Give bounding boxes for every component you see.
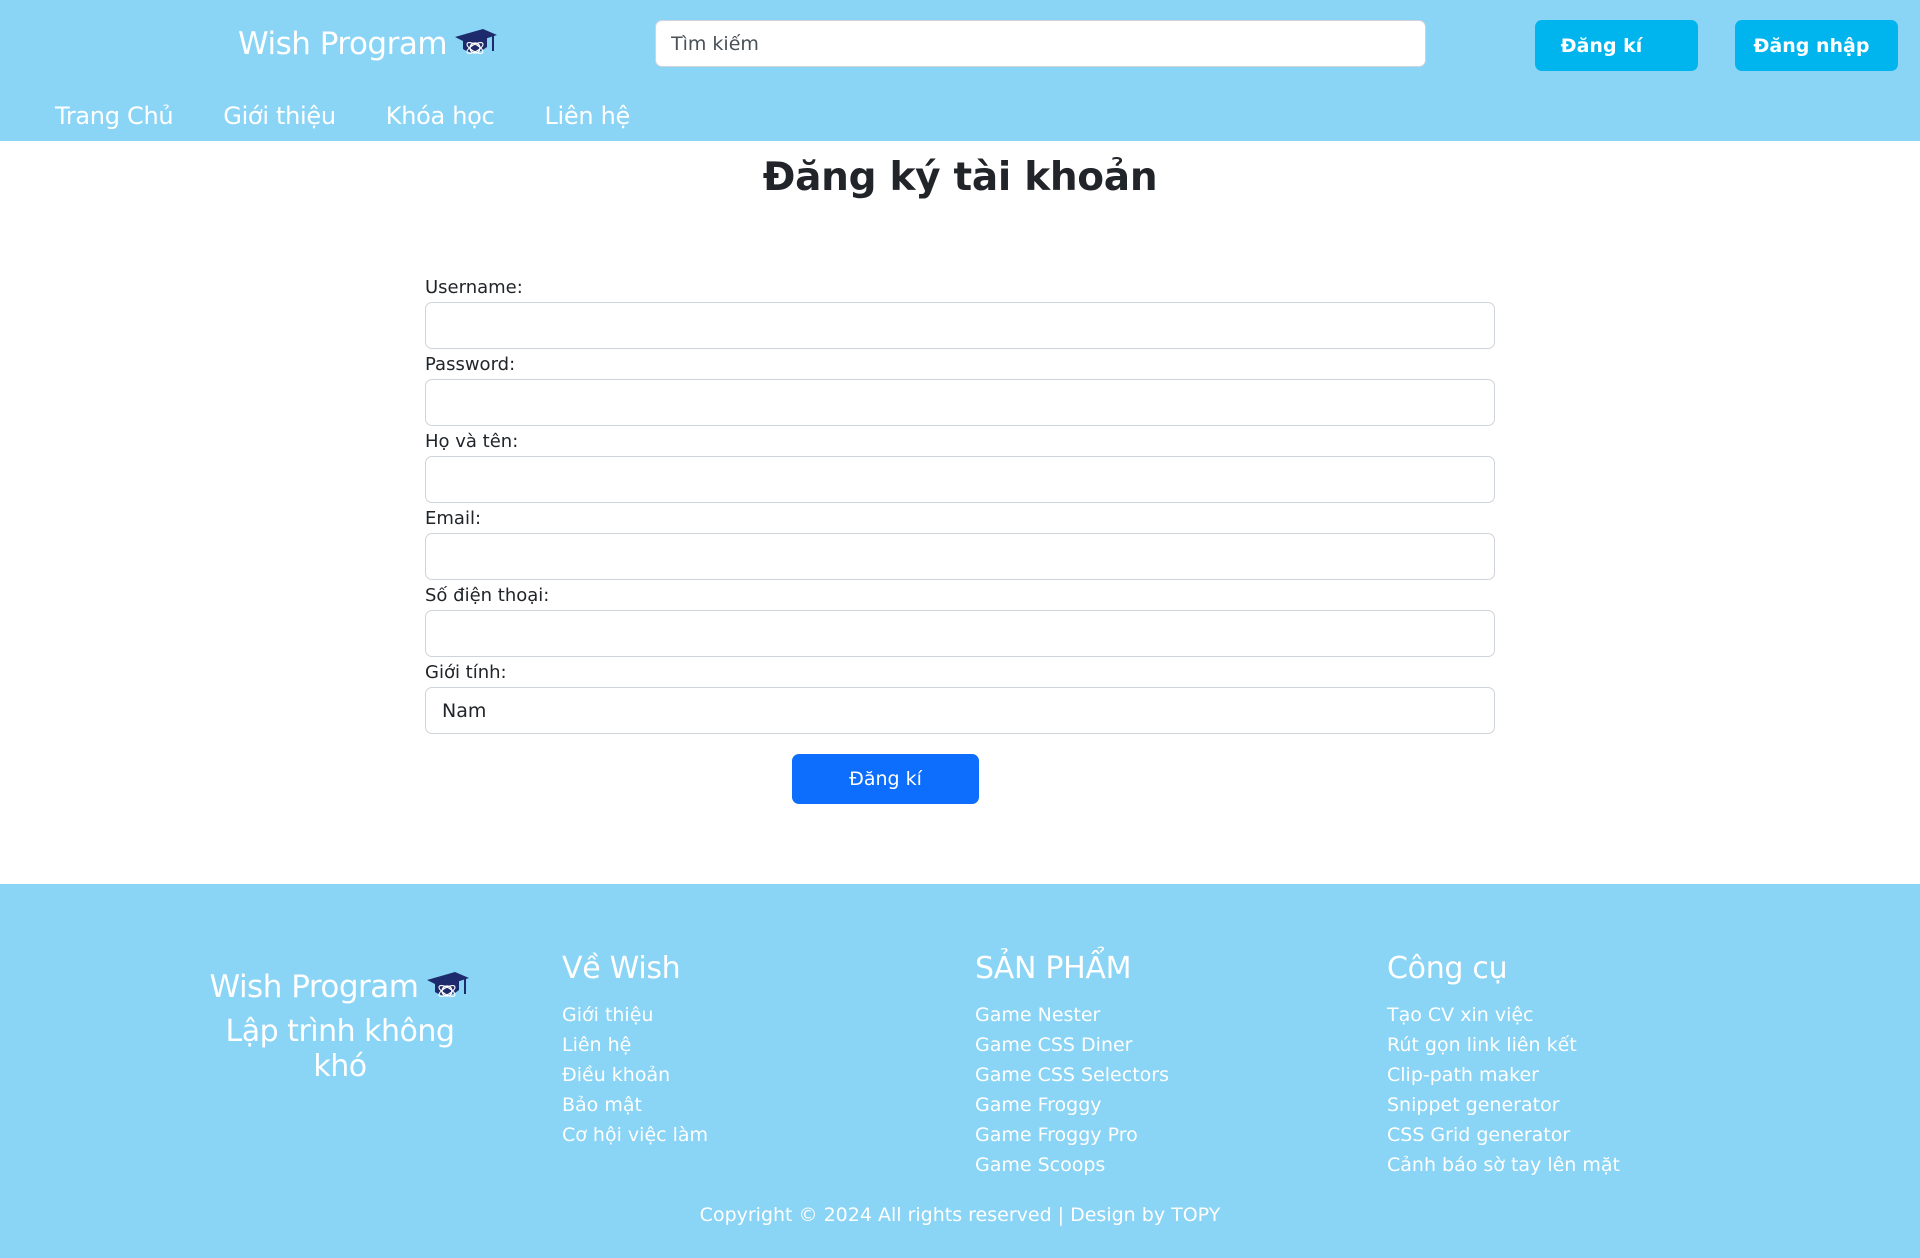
- footer-col-about: Về Wish Giới thiệu Liên hệ Điều khoản Bả…: [562, 944, 708, 1150]
- nav-about[interactable]: Giới thiệu: [223, 102, 336, 130]
- footer-link[interactable]: Rút gọn link liên kết: [1387, 1030, 1620, 1060]
- footer-link[interactable]: Snippet generator: [1387, 1090, 1620, 1120]
- footer-link[interactable]: Game CSS Diner: [975, 1030, 1169, 1060]
- username-label: Username:: [425, 277, 523, 298]
- gender-selected-value: Nam: [442, 699, 487, 722]
- login-button[interactable]: Đăng nhập: [1735, 20, 1898, 71]
- username-input[interactable]: [425, 302, 1495, 349]
- search-input[interactable]: [655, 20, 1426, 67]
- footer-link[interactable]: Game CSS Selectors: [975, 1060, 1169, 1090]
- submit-register-button[interactable]: Đăng kí: [792, 754, 979, 804]
- nav-contact[interactable]: Liên hệ: [544, 102, 630, 130]
- password-label: Password:: [425, 354, 516, 375]
- footer-logo[interactable]: Wish Program: [195, 964, 485, 1010]
- footer-link[interactable]: Game Froggy: [975, 1090, 1169, 1120]
- email-input[interactable]: [425, 533, 1495, 580]
- footer-link[interactable]: Điều khoản: [562, 1060, 708, 1090]
- graduation-cap-icon: [426, 972, 469, 997]
- logo-text: Wish Program: [238, 26, 448, 62]
- password-input[interactable]: [425, 379, 1495, 426]
- footer-link[interactable]: Game Froggy Pro: [975, 1120, 1169, 1150]
- footer-col-title: Công cụ: [1387, 951, 1508, 986]
- footer-logo-text: Wish Program: [209, 969, 419, 1005]
- register-form: Username: Password: Họ và tên: Email: Số…: [425, 274, 1495, 736]
- fullname-input[interactable]: [425, 456, 1495, 503]
- footer-link[interactable]: Cảnh báo sờ tay lên mặt: [1387, 1150, 1620, 1180]
- nav-home[interactable]: Trang Chủ: [55, 102, 174, 130]
- footer-col-title: Về Wish: [562, 951, 681, 986]
- field-password: Password:: [425, 351, 1495, 428]
- register-button[interactable]: Đăng kí: [1535, 20, 1698, 71]
- footer-link[interactable]: Liên hệ: [562, 1030, 708, 1060]
- footer-link[interactable]: CSS Grid generator: [1387, 1120, 1620, 1150]
- fullname-label: Họ và tên:: [425, 431, 519, 452]
- footer-col-title: SẢN PHẨM: [975, 951, 1132, 986]
- footer-link[interactable]: Game Nester: [975, 1000, 1169, 1030]
- footer-link[interactable]: Cơ hội việc làm: [562, 1120, 708, 1150]
- field-phone: Số điện thoại:: [425, 582, 1495, 659]
- search-bar: [655, 20, 1426, 67]
- footer-col-products: SẢN PHẨM Game Nester Game CSS Diner Game…: [975, 944, 1169, 1180]
- footer-copyright: Copyright © 2024 All rights reserved | D…: [699, 1204, 1221, 1226]
- footer-tagline: Lập trình không khó: [225, 1014, 455, 1084]
- email-label: Email:: [425, 508, 482, 529]
- footer-link[interactable]: Bảo mật: [562, 1090, 708, 1120]
- field-email: Email:: [425, 505, 1495, 582]
- field-fullname: Họ và tên:: [425, 428, 1495, 505]
- graduation-cap-icon: [455, 29, 498, 54]
- header-logo[interactable]: Wish Program: [238, 22, 499, 66]
- footer-link[interactable]: Game Scoops: [975, 1150, 1169, 1180]
- phone-input[interactable]: [425, 610, 1495, 657]
- gender-label: Giới tính:: [425, 662, 507, 683]
- main-nav: Trang Chủ Giới thiệu Khóa học Liên hệ: [55, 96, 680, 136]
- field-username: Username:: [425, 274, 1495, 351]
- site-footer: Wish Program Lập trình không khó Về Wish…: [0, 884, 1920, 1258]
- footer-link[interactable]: Clip-path maker: [1387, 1060, 1620, 1090]
- footer-brand: Wish Program Lập trình không khó: [195, 964, 485, 1084]
- footer-link[interactable]: Giới thiệu: [562, 1000, 708, 1030]
- phone-label: Số điện thoại:: [425, 585, 550, 606]
- gender-select[interactable]: Nam: [425, 687, 1495, 734]
- field-gender: Giới tính: Nam: [425, 659, 1495, 736]
- footer-link[interactable]: Tạo CV xin việc: [1387, 1000, 1620, 1030]
- footer-col-tools: Công cụ Tạo CV xin việc Rút gọn link liê…: [1387, 944, 1620, 1180]
- site-header: Wish Program Đăng kí Đăng nhập Trang Chủ…: [0, 0, 1920, 141]
- nav-courses[interactable]: Khóa học: [386, 102, 495, 130]
- page-title: Đăng ký tài khoản: [762, 155, 1158, 200]
